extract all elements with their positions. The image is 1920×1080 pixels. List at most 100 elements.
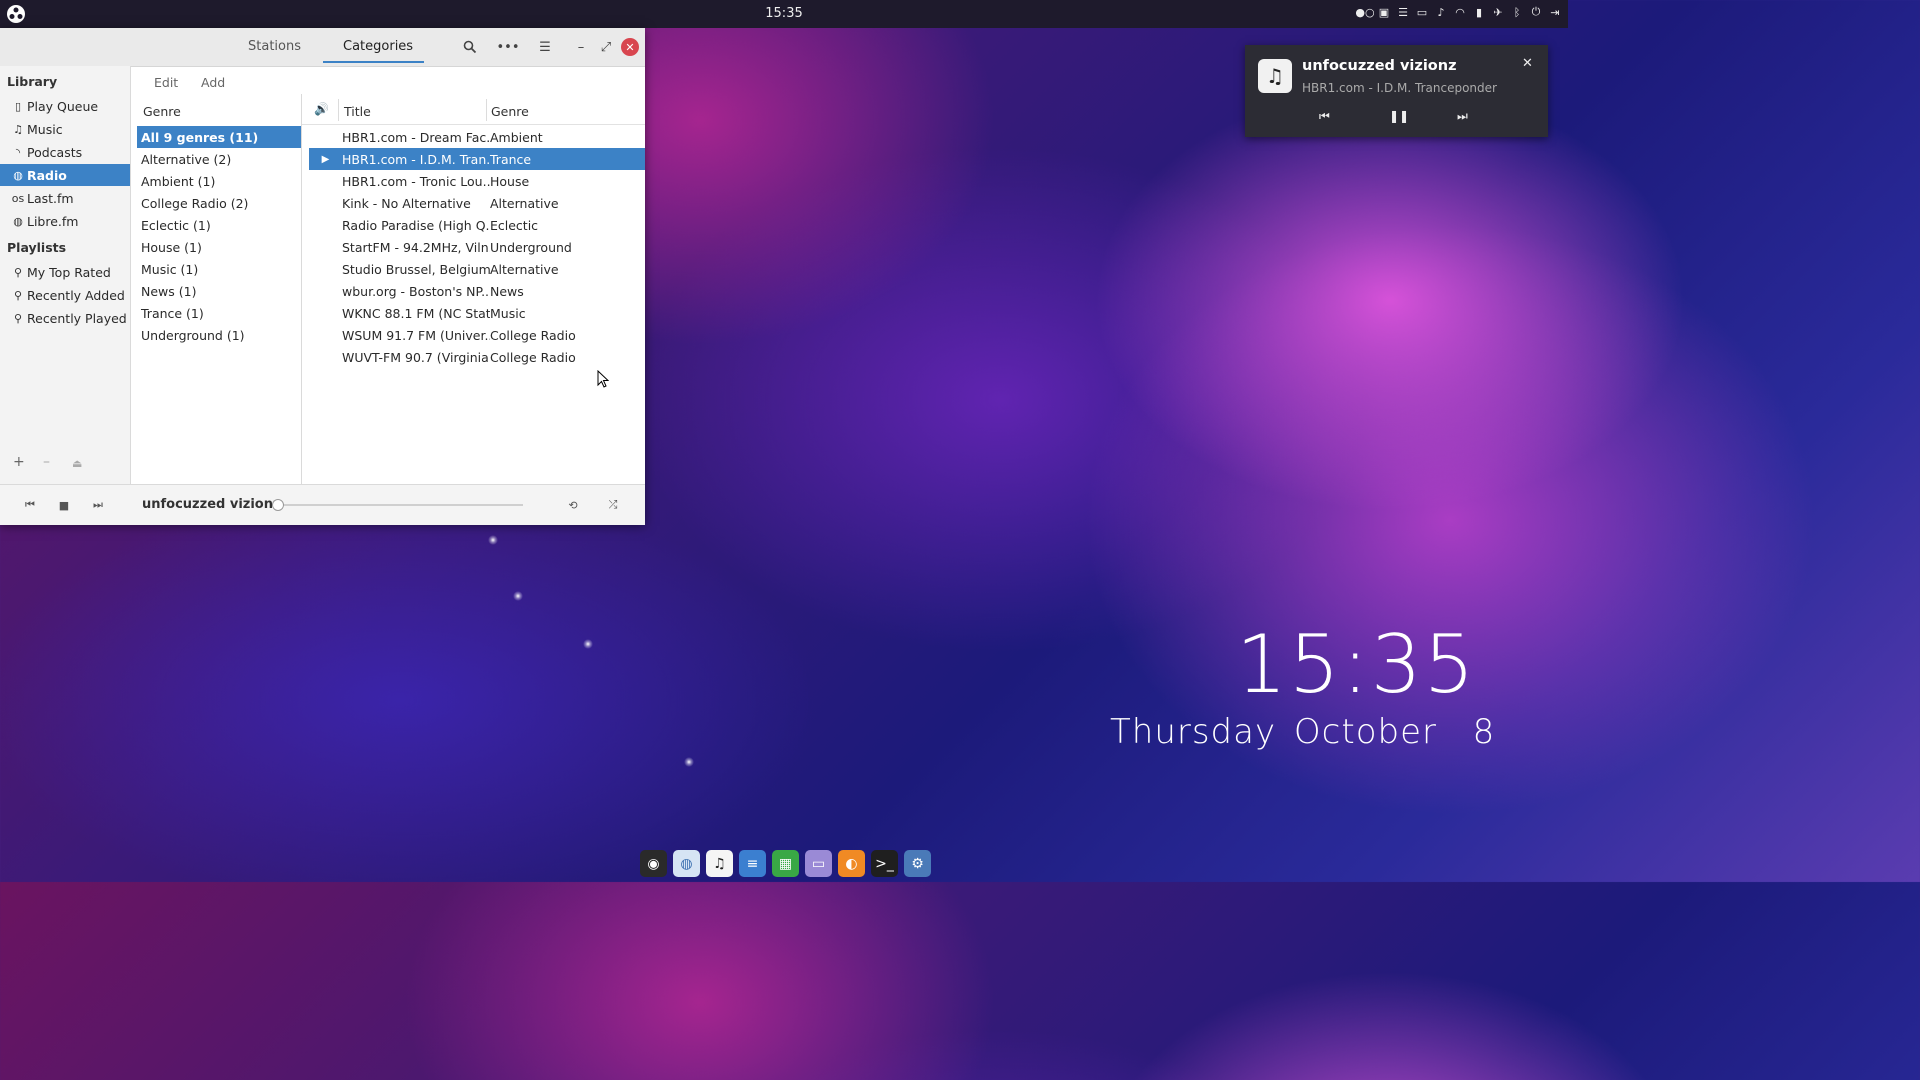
- software-center-icon[interactable]: ◐: [838, 850, 865, 877]
- tab-stations[interactable]: Stations: [248, 39, 301, 54]
- next-track-icon[interactable]: ⏭: [1457, 109, 1468, 124]
- text-editor-icon[interactable]: ≡: [739, 850, 766, 877]
- maximize-icon[interactable]: ⤢: [597, 38, 615, 56]
- table-row[interactable]: Radio Paradise (High Q... Eclectic: [309, 214, 645, 236]
- document-icon: ▯: [14, 99, 22, 113]
- folder-icon[interactable]: ▭: [1415, 5, 1429, 19]
- table-row[interactable]: ▶ HBR1.com - I.D.M. Tran... Trance: [309, 148, 645, 170]
- desktop-date: Thursday October 8: [1110, 712, 1496, 752]
- row-genre: Eclectic: [490, 217, 539, 233]
- genre-column-header[interactable]: Genre: [491, 104, 529, 119]
- genre-item[interactable]: Underground (1): [137, 324, 301, 346]
- table-row[interactable]: Studio Brussel, Belgium Alternative: [309, 258, 645, 280]
- row-genre: Ambient: [490, 129, 543, 145]
- sidebar-item-label: Music: [27, 121, 63, 137]
- row-title: HBR1.com - I.D.M. Tran...: [342, 151, 490, 167]
- logout-icon[interactable]: ⇥: [1548, 5, 1562, 19]
- panel-clock[interactable]: 15:35: [0, 6, 1568, 21]
- table-row[interactable]: HBR1.com - Tronic Lou... House: [309, 170, 645, 192]
- sidebar-item-recently-played[interactable]: ⚲ Recently Played: [0, 307, 130, 329]
- sidebar-item-recently-added[interactable]: ⚲ Recently Added: [0, 284, 130, 306]
- battery-icon[interactable]: ▮: [1472, 5, 1486, 19]
- bluetooth-icon[interactable]: ᛒ: [1510, 5, 1524, 19]
- sidebar-item-music[interactable]: ♫ Music: [0, 118, 130, 140]
- tab-categories[interactable]: Categories: [343, 39, 413, 54]
- close-icon[interactable]: ✕: [1522, 56, 1533, 71]
- window-headerbar: Stations Categories ••• ☰ – ⤢ ✕: [0, 28, 645, 67]
- previous-track-icon[interactable]: ⏮: [22, 497, 38, 513]
- sidebar-item-my-top-rated[interactable]: ⚲ My Top Rated: [0, 261, 130, 283]
- minimize-icon[interactable]: –: [572, 38, 590, 56]
- title-column-header[interactable]: Title: [344, 104, 371, 119]
- genre-item[interactable]: Trance (1): [137, 302, 301, 324]
- file-manager-icon[interactable]: ▭: [805, 850, 832, 877]
- power-icon[interactable]: ⏻: [1529, 5, 1543, 19]
- genre-item[interactable]: Eclectic (1): [137, 214, 301, 236]
- edit-button[interactable]: Edit: [154, 75, 178, 90]
- shuffle-icon[interactable]: ⤮: [605, 497, 621, 513]
- more-options-icon[interactable]: •••: [497, 38, 520, 56]
- table-row[interactable]: WSUM 91.7 FM (Univer... College Radio: [309, 324, 645, 346]
- sidebar-item-podcasts[interactable]: ◝ Podcasts: [0, 141, 130, 163]
- mouse-cursor-icon: [597, 370, 609, 388]
- airplane-icon[interactable]: ✈: [1491, 5, 1505, 19]
- genre-item[interactable]: House (1): [137, 236, 301, 258]
- menu-icon[interactable]: ☰: [1396, 5, 1410, 19]
- player-bar: ⏮ ■ ⏭ unfocuzzed vizionz ⟲ ⤮: [0, 484, 645, 525]
- settings-icon[interactable]: ⚙: [904, 850, 931, 877]
- genre-item[interactable]: All 9 genres (11): [137, 126, 301, 148]
- notification-bell-icon[interactable]: ♪: [1434, 5, 1448, 19]
- table-row[interactable]: Kink - No Alternative Alternative: [309, 192, 645, 214]
- genre-item[interactable]: Alternative (2): [137, 148, 301, 170]
- row-title: StartFM - 94.2MHz, Viln...: [342, 239, 490, 255]
- table-row[interactable]: HBR1.com - Dream Fac... Ambient: [309, 126, 645, 148]
- genre-item[interactable]: College Radio (2): [137, 192, 301, 214]
- toggle-icon[interactable]: ●○: [1355, 5, 1374, 19]
- genre-column-header[interactable]: Genre: [143, 104, 181, 119]
- volume-icon[interactable]: 🔊: [314, 102, 329, 116]
- sidebar-item-lastfm[interactable]: os Last.fm: [0, 187, 130, 209]
- seek-bar[interactable]: [278, 504, 523, 506]
- sidebar-item-play-queue[interactable]: ▯ Play Queue: [0, 95, 130, 117]
- repeat-icon[interactable]: ⟲: [565, 497, 581, 513]
- search-icon[interactable]: [461, 38, 479, 56]
- close-window-icon[interactable]: ✕: [621, 38, 639, 56]
- genre-item[interactable]: Ambient (1): [137, 170, 301, 192]
- seek-handle[interactable]: [272, 499, 284, 511]
- pause-icon[interactable]: ❚❚: [1389, 109, 1409, 123]
- dock: ◉ ◍ ♫ ≡ ▦ ▭ ◐ >_ ⚙: [640, 850, 931, 878]
- sidebar-item-label: Libre.fm: [27, 213, 79, 229]
- sidebar-item-label: My Top Rated: [27, 264, 111, 280]
- active-tab-indicator: [323, 61, 424, 63]
- wifi-icon[interactable]: ◠: [1453, 5, 1467, 19]
- spreadsheet-icon[interactable]: ▦: [772, 850, 799, 877]
- table-row[interactable]: WKNC 88.1 FM (NC Stat... Music: [309, 302, 645, 324]
- stop-icon[interactable]: ■: [56, 497, 72, 513]
- table-row[interactable]: WUVT-FM 90.7 (Virginia... College Radio: [309, 346, 645, 368]
- previous-track-icon[interactable]: ⏮: [1319, 109, 1330, 124]
- column-separator: [486, 99, 487, 121]
- system-menu-icon[interactable]: ◉: [640, 850, 667, 877]
- web-browser-icon[interactable]: ◍: [673, 850, 700, 877]
- next-track-icon[interactable]: ⏭: [90, 497, 106, 513]
- terminal-icon[interactable]: >_: [871, 850, 898, 877]
- add-playlist-icon[interactable]: +: [13, 454, 25, 470]
- hamburger-menu-icon[interactable]: ☰: [536, 38, 554, 56]
- sidebar-item-librefm[interactable]: ◍ Libre.fm: [0, 210, 130, 232]
- music-note-icon: ♫: [1258, 59, 1292, 93]
- music-app-icon[interactable]: ♫: [706, 850, 733, 877]
- remove-playlist-icon[interactable]: –: [43, 454, 50, 470]
- genre-item[interactable]: News (1): [137, 280, 301, 302]
- table-row[interactable]: StartFM - 94.2MHz, Viln... Underground: [309, 236, 645, 258]
- table-row[interactable]: wbur.org - Boston's NP... News: [309, 280, 645, 302]
- sidebar-item-radio[interactable]: ◍ Radio: [0, 164, 130, 186]
- eject-icon[interactable]: ⏏: [72, 457, 82, 470]
- sidebar-item-label: Recently Added: [27, 287, 125, 303]
- browser-toolbar: Edit Add: [131, 66, 645, 94]
- add-button[interactable]: Add: [201, 75, 225, 90]
- row-genre: Music: [490, 305, 526, 321]
- screen-record-icon[interactable]: ▣: [1377, 5, 1391, 19]
- genre-item[interactable]: Music (1): [137, 258, 301, 280]
- row-genre: Alternative: [490, 261, 559, 277]
- table-header: 🔊 Title Genre: [302, 94, 645, 125]
